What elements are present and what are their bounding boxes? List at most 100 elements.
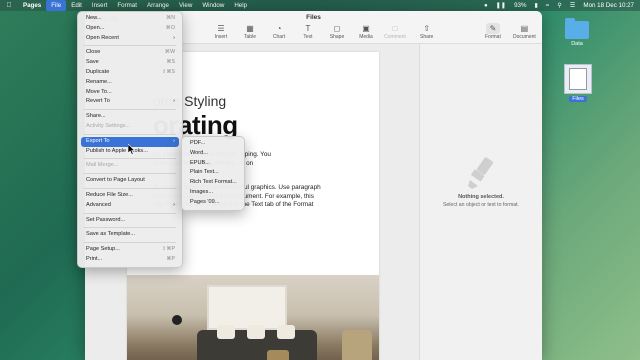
export-plain-text[interactable]: Plain Text... [185,168,241,178]
menu-item-close[interactable]: Close ⌘W [81,48,179,58]
menu-item-label: Open... [86,24,105,31]
menu-item-duplicate[interactable]: Duplicate ⇧⌘S [81,68,179,78]
shape-icon: ◻ [333,24,341,33]
menu-app-pages[interactable]: Pages [18,0,46,11]
desktop-item-label: Files [569,96,587,102]
menu-separator [84,109,176,111]
menu-item-label: Convert to Page Layout [86,177,145,184]
menu-view[interactable]: View [174,0,197,11]
menu-item-activity-settings: Activity Settings... [81,122,179,132]
menu-item-page-setup[interactable]: Page Setup... ⇧⌘P [81,245,179,255]
menu-insert[interactable]: Insert [87,0,112,11]
menu-window[interactable]: Window [197,0,229,11]
menu-item-shortcut: ⌘S [166,59,175,66]
photo-pillow [277,325,295,339]
toolbar-label: Document [513,34,536,40]
desktop-item-files[interactable]: Files [564,64,592,102]
toolbar-share-button[interactable]: ⇧ Share [420,23,433,40]
menu-item-save-as-template[interactable]: Save as Template... [81,230,179,240]
export-rich-text[interactable]: Rich Text Format... [185,178,241,188]
desktop-item-data[interactable]: Data [565,18,589,47]
menu-item-label: Set Password... [86,216,126,223]
file-menu: New... ⌘N Open... ⌘O Open Recent › Close ⌘W … [77,11,183,268]
toolbar-label: Table [244,34,256,40]
menu-item-convert-page-layout[interactable]: Convert to Page Layout [81,176,179,186]
insert-icon: ☰ [217,24,225,33]
photo-basket [267,350,289,360]
menu-item-rename[interactable]: Rename... [81,78,179,88]
menu-item-label: Save [86,59,99,66]
toolbar: ☰ Insert ▦ Table ◔ Chart T Text ◻ Shape … [210,23,406,40]
media-icon: ▣ [362,24,370,33]
menu-item-shortcut: ⌘N [166,15,175,21]
chevron-right-icon: › [173,137,175,144]
menu-item-print[interactable]: Print... ⌘P [81,255,179,265]
menu-item-share[interactable]: Share... [81,112,179,122]
toolbar-comment-button[interactable]: □ Comment [384,23,406,40]
chart-icon: ◔ [276,24,282,33]
menu-item-new[interactable]: New... ⌘N [81,14,179,24]
toolbar-table-button[interactable]: ▦ Table [239,23,261,40]
export-epub[interactable]: EPUB... [185,159,241,169]
menu-help[interactable]: Help [229,0,252,11]
menu-item-advanced[interactable]: Advanced › [81,201,179,211]
format-sidebar: Nothing selected. Select an object or te… [419,44,542,360]
toolbar-chart-button[interactable]: ◔ Chart [268,23,290,40]
menu-item-shortcut: ⇧⌘S [162,68,175,75]
battery-icon[interactable]: ▮ [535,0,538,11]
toolbar-label: Media [359,34,373,40]
menu-separator [84,173,176,175]
menu-item-open[interactable]: Open... ⌘O [81,24,179,34]
apple-logo-icon[interactable]:  [0,2,18,9]
document-icon [564,64,592,94]
menu-item-move-to[interactable]: Move To... [81,88,179,98]
menu-format[interactable]: Format [112,0,142,11]
toolbar-shape-button[interactable]: ◻ Shape [326,23,348,40]
menu-item-label: Close [86,49,101,56]
menu-item-shortcut: ⌘P [166,255,175,262]
menu-item-label: Reduce File Size... [86,191,133,198]
menu-separator [84,212,176,214]
chevron-right-icon: › [173,98,175,105]
export-word[interactable]: Word... [185,149,241,159]
menu-separator [84,133,176,135]
export-pdf[interactable]: PDF... [185,139,241,149]
menu-clock[interactable]: Mon 18 Dec 10:27 [583,0,634,11]
room-photo[interactable] [127,275,379,360]
search-icon[interactable]: ⚲ [557,0,562,11]
comment-icon: □ [392,24,398,33]
menu-arrange[interactable]: Arrange [142,0,174,11]
menu-item-label: Activity Settings... [86,122,131,129]
menu-file[interactable]: File [46,0,67,11]
export-images[interactable]: Images... [185,188,241,198]
menu-item-save[interactable]: Save ⌘S [81,58,179,68]
menu-item-shortcut: ⇧⌘P [162,246,175,253]
menu-item-label: Print... [86,255,103,262]
menu-item-set-password[interactable]: Set Password... [81,216,179,226]
no-selection-hint: Select an object or text to format. [442,202,520,208]
toolbar-format-button[interactable]: ✎ Format [485,23,501,40]
menu-item-label: Plain Text... [190,169,219,176]
wifi-icon[interactable]: ≈ [546,0,549,11]
control-center-icon[interactable]: ☰ [570,0,576,11]
menu-item-mail-merge: Mail Merge... [81,161,179,171]
pause-icon[interactable]: ❚❚ [496,0,506,11]
menu-item-label: Export To [86,137,110,144]
toolbar-text-button[interactable]: T Text [297,23,319,40]
menu-item-revert-to[interactable]: Revert To › [81,97,179,107]
menu-item-open-recent[interactable]: Open Recent › [81,34,179,44]
menu-bar:  Pages File Edit Insert Format Arrange … [0,0,640,11]
text-icon: T [305,24,311,33]
toolbar-media-button[interactable]: ▣ Media [355,23,377,40]
record-icon[interactable]: ● [484,0,488,11]
menu-item-label: Rename... [86,78,112,85]
toolbar-insert-button[interactable]: ☰ Insert [210,23,232,40]
status-area: ● ❚❚ 93% ▮ ≈ ⚲ ☰ Mon 18 Dec 10:27 [484,0,640,11]
menu-item-reduce-file-size[interactable]: Reduce File Size... [81,191,179,201]
menu-item-label: Word... [190,149,208,156]
toolbar-label: Share [420,34,434,40]
menu-edit[interactable]: Edit [66,0,87,11]
export-pages-09[interactable]: Pages '09... [185,198,241,208]
toolbar-document-button[interactable]: ▤ Document [513,23,536,40]
format-brush-icon: ✎ [485,23,501,34]
